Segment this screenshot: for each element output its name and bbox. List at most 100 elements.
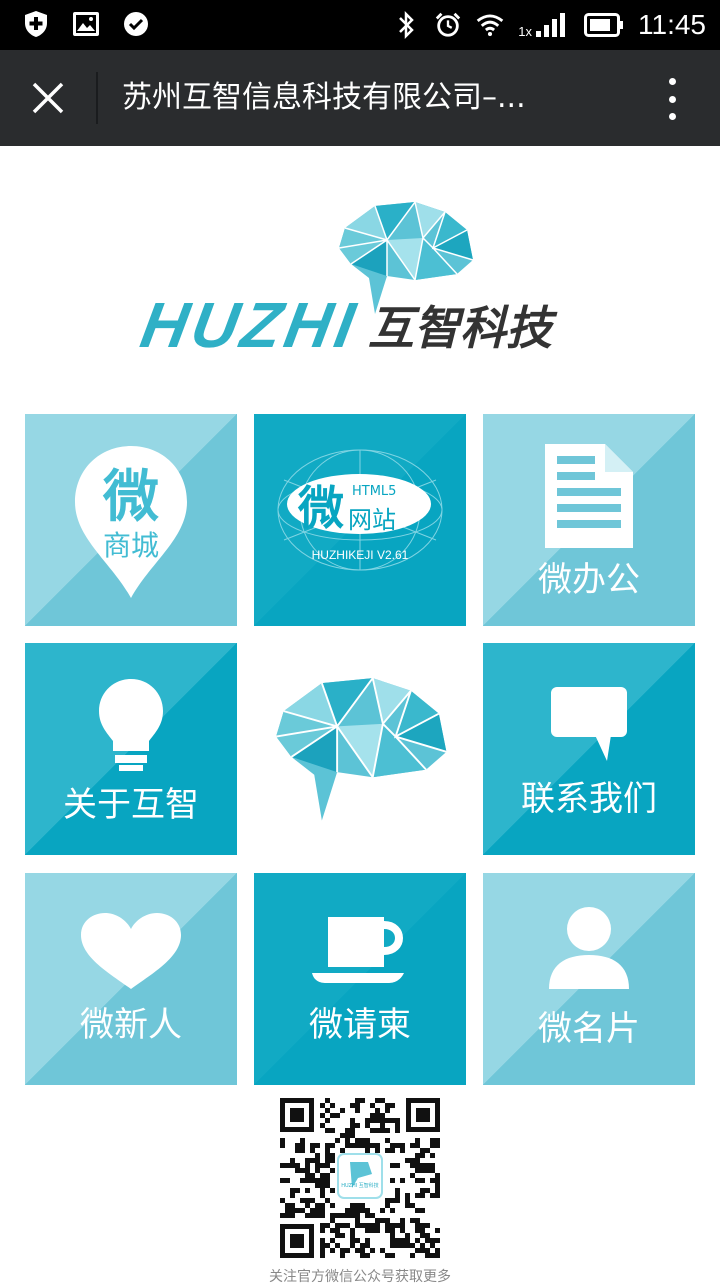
tile-micro-website[interactable]: 微 HTML5 网站 HUZHIKEJI V2.61 xyxy=(254,414,466,626)
qr-module xyxy=(400,1228,405,1233)
qr-module xyxy=(420,1243,425,1248)
qr-module xyxy=(390,1208,395,1213)
qr-module xyxy=(335,1228,340,1233)
qr-module xyxy=(395,1243,400,1248)
qr-module xyxy=(425,1238,430,1243)
qr-module xyxy=(310,1173,315,1178)
qr-module xyxy=(320,1178,325,1183)
qr-module xyxy=(370,1118,375,1123)
qr-module xyxy=(380,1128,385,1133)
qr-module xyxy=(420,1168,425,1173)
qr-module xyxy=(360,1203,365,1208)
qr-module xyxy=(375,1118,380,1123)
qr-module xyxy=(435,1188,440,1193)
website-version: HUZHIKEJI V2.61 xyxy=(311,548,409,562)
qr-module xyxy=(415,1228,420,1233)
qr-module xyxy=(395,1198,400,1203)
qr-module xyxy=(315,1213,320,1218)
qr-module xyxy=(370,1248,375,1253)
qr-module xyxy=(415,1193,420,1198)
qr-module xyxy=(400,1218,405,1223)
tile-business-card[interactable]: 微名片 xyxy=(483,873,695,1085)
qr-code: HUZHI 互智科技 xyxy=(278,1096,442,1260)
tile-micro-office[interactable]: 微办公 xyxy=(483,414,695,626)
qr-module xyxy=(385,1218,390,1223)
qr-caption: 关注官方微信公众号获取更多 xyxy=(269,1269,451,1285)
qr-module xyxy=(395,1123,400,1128)
qr-module xyxy=(395,1143,400,1148)
qr-module xyxy=(355,1208,360,1213)
image-icon xyxy=(72,10,100,38)
qr-module xyxy=(390,1143,395,1148)
qr-module xyxy=(430,1253,435,1258)
qr-module xyxy=(335,1233,340,1238)
qr-module xyxy=(290,1158,295,1163)
qr-module xyxy=(420,1148,425,1153)
qr-module xyxy=(305,1198,310,1203)
lightbulb-icon xyxy=(99,679,163,771)
qr-module xyxy=(325,1108,330,1113)
qr-module xyxy=(385,1138,390,1143)
qr-module xyxy=(330,1218,335,1223)
tile-about[interactable]: 关于互智 xyxy=(25,643,237,855)
qr-module xyxy=(435,1143,440,1148)
qr-module xyxy=(425,1253,430,1258)
qr-module xyxy=(345,1213,350,1218)
qr-module xyxy=(320,1123,325,1128)
qr-module xyxy=(340,1248,345,1253)
qr-module xyxy=(330,1238,335,1243)
qr-module xyxy=(395,1128,400,1133)
close-button[interactable] xyxy=(22,72,74,124)
qr-module xyxy=(320,1113,325,1118)
coffee-cup-icon xyxy=(312,917,404,983)
qr-module xyxy=(390,1238,395,1243)
qr-module xyxy=(435,1178,440,1183)
qr-module xyxy=(290,1203,295,1208)
qr-module xyxy=(415,1153,420,1158)
more-button[interactable] xyxy=(660,78,684,120)
qr-module xyxy=(350,1103,355,1108)
newlywed-label: 微新人 xyxy=(80,1005,182,1045)
qr-module xyxy=(350,1128,355,1133)
tile-invitation[interactable]: 微请柬 xyxy=(254,873,466,1085)
qr-module xyxy=(330,1228,335,1233)
qr-module xyxy=(325,1118,330,1123)
qr-module xyxy=(305,1178,310,1183)
qr-module xyxy=(395,1223,400,1228)
qr-module xyxy=(435,1183,440,1188)
qr-module xyxy=(320,1203,325,1208)
tile-micro-mall[interactable]: 微 商城 xyxy=(25,414,237,626)
qr-module xyxy=(350,1143,355,1148)
qr-module xyxy=(315,1178,320,1183)
tile-contact[interactable]: 联系我们 xyxy=(483,643,695,855)
qr-module xyxy=(420,1233,425,1238)
qr-module xyxy=(370,1213,375,1218)
qr-module xyxy=(375,1228,380,1233)
qr-module xyxy=(405,1233,410,1238)
qr-module xyxy=(410,1163,415,1168)
bluetooth-icon xyxy=(392,10,420,40)
qr-module xyxy=(305,1203,310,1208)
qr-module xyxy=(330,1143,335,1148)
qr-module xyxy=(315,1208,320,1213)
qr-module xyxy=(295,1163,300,1168)
website-big-char: 微 xyxy=(298,481,344,535)
qr-module xyxy=(420,1193,425,1198)
qr-module xyxy=(400,1223,405,1228)
qr-module xyxy=(335,1113,340,1118)
chat-bubble-icon xyxy=(551,687,627,761)
qr-module xyxy=(430,1243,435,1248)
qr-module xyxy=(355,1203,360,1208)
qr-module xyxy=(285,1163,290,1168)
qr-module xyxy=(320,1183,325,1188)
qr-module xyxy=(365,1213,370,1218)
qr-module xyxy=(360,1243,365,1248)
qr-module xyxy=(320,1188,325,1193)
qr-module xyxy=(365,1118,370,1123)
tile-newlywed[interactable]: 微新人 xyxy=(25,873,237,1085)
qr-module xyxy=(380,1113,385,1118)
qr-module xyxy=(315,1168,320,1173)
qr-module xyxy=(370,1223,375,1228)
qr-module xyxy=(325,1128,330,1133)
qr-module xyxy=(425,1148,430,1153)
